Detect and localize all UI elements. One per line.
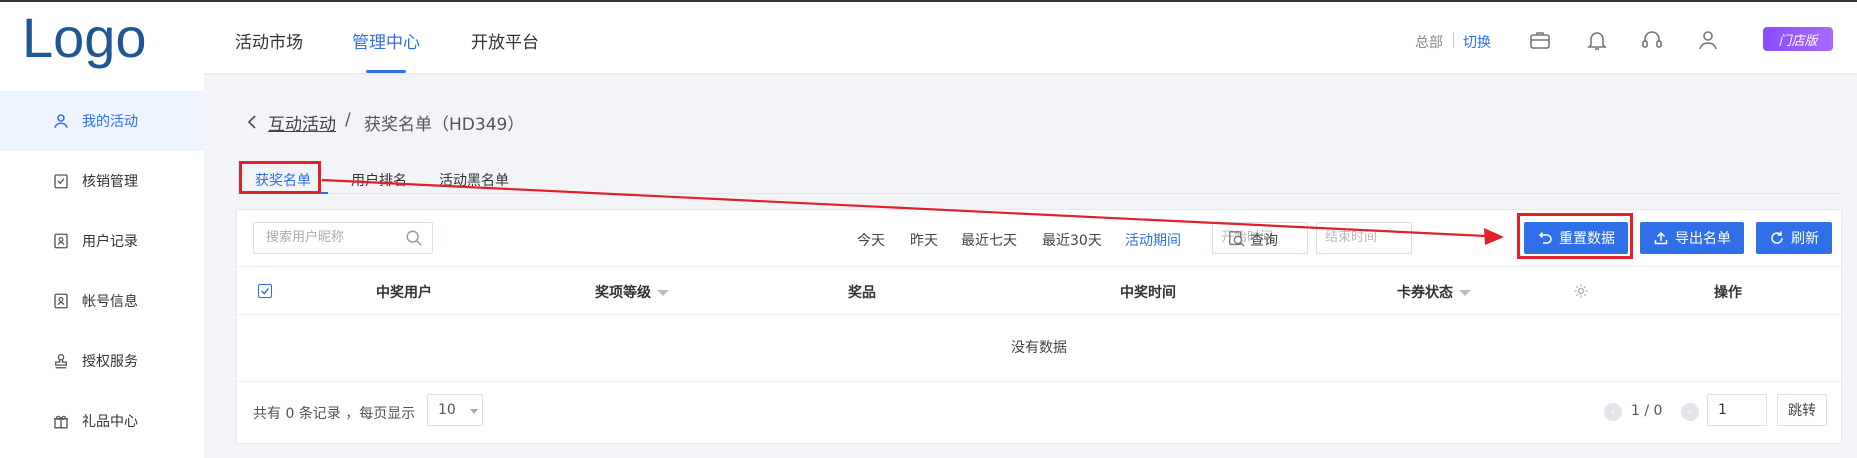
table-header: 中奖用户 奖项等级 奖品 中奖时间 卡券状态 操作 [237, 266, 1841, 315]
bell-icon[interactable] [1585, 28, 1609, 52]
search-icon[interactable] [405, 229, 423, 247]
sidebar-item-account-info[interactable]: 帐号信息 [0, 271, 204, 331]
headset-icon[interactable] [1640, 28, 1664, 52]
page-number-input[interactable]: 1 [1707, 394, 1767, 426]
nav-open-platform[interactable]: 开放平台 [471, 28, 539, 53]
filter-activity-period[interactable]: 活动期间 [1125, 230, 1181, 250]
sidebar-item-gift-center[interactable]: 礼品中心 [0, 391, 204, 451]
nav-management-center[interactable]: 管理中心 [352, 28, 420, 53]
store-edition-badge[interactable]: 门店版 [1763, 27, 1833, 51]
sidebar-item-label: 授权服务 [82, 354, 138, 370]
export-list-label: 导出名单 [1675, 231, 1731, 247]
next-page-button[interactable]: › [1681, 403, 1699, 421]
sidebar-item-label: 帐号信息 [82, 294, 138, 310]
column-prize: 奖品 [848, 285, 876, 301]
filter-yesterday[interactable]: 昨天 [910, 230, 938, 250]
query-search-icon[interactable] [1228, 230, 1246, 248]
switch-link[interactable]: 切换 [1463, 32, 1491, 52]
top-header: Logo 活动市场 管理中心 开放平台 总部 切换 门店版 [0, 0, 1857, 73]
sidebar: 我的活动 核销管理 用户记录 帐号信息 授权服务 礼品中心 [0, 73, 204, 458]
nav-active-indicator [366, 70, 406, 73]
stamp-icon [55, 353, 67, 369]
breadcrumb-current: 获奖名单（HD349） [364, 115, 525, 135]
sort-caret-icon [657, 290, 669, 296]
tab-user-ranking[interactable]: 用户排名 [351, 170, 407, 190]
sidebar-item-label: 我的活动 [82, 114, 138, 130]
select-all-checkbox[interactable] [258, 284, 272, 298]
check-clipboard-icon [54, 174, 68, 189]
gift-icon [54, 415, 68, 429]
sidebar-item-label: 礼品中心 [82, 414, 138, 430]
refresh-label: 刷新 [1791, 231, 1819, 247]
filter-last-30-days[interactable]: 最近30天 [1042, 230, 1102, 250]
tab-blacklist[interactable]: 活动黑名单 [439, 170, 509, 190]
user-icon [54, 114, 68, 128]
refresh-icon [1771, 231, 1783, 244]
column-coupon-status[interactable]: 卡券状态 [1397, 282, 1471, 302]
sidebar-item-label: 核销管理 [82, 174, 138, 190]
filter-today[interactable]: 今天 [857, 230, 885, 250]
divider [1453, 32, 1454, 48]
breadcrumb-separator: / [345, 110, 351, 130]
user-icon[interactable] [1696, 28, 1720, 52]
upload-icon [1654, 231, 1668, 245]
page-indicator: 1 / 0 [1631, 403, 1663, 419]
logo[interactable]: Logo [22, 6, 147, 70]
id-card-icon [54, 233, 68, 249]
total-records: 共有 0 条记录 ，每页显示 [253, 406, 416, 422]
annotation-box-tab [239, 161, 321, 194]
empty-state: 没有数据 [237, 315, 1841, 382]
chevron-left-icon[interactable] [245, 114, 259, 130]
column-actions: 操作 [1714, 285, 1742, 301]
breadcrumb-parent[interactable]: 互动活动 [268, 110, 336, 135]
gear-icon[interactable] [1573, 283, 1589, 299]
check-icon [261, 287, 269, 295]
sidebar-item-verification[interactable]: 核销管理 [0, 151, 204, 211]
column-win-time: 中奖时间 [1120, 285, 1176, 301]
jump-button[interactable]: 跳转 [1777, 394, 1827, 426]
query-button[interactable]: 查询 [1250, 230, 1278, 250]
filter-last-7-days[interactable]: 最近七天 [961, 230, 1017, 250]
id-card-icon [54, 293, 68, 309]
sidebar-item-user-records[interactable]: 用户记录 [0, 211, 204, 271]
column-prize-level[interactable]: 奖项等级 [595, 282, 669, 302]
sidebar-item-authorization[interactable]: 授权服务 [0, 331, 204, 391]
chevron-down-icon [470, 409, 478, 414]
sidebar-item-label: 用户记录 [82, 234, 138, 250]
briefcase-icon[interactable] [1528, 28, 1552, 52]
end-date-input[interactable]: 结束时间 [1316, 222, 1412, 254]
tabs-divider [236, 193, 1842, 194]
nav-activity-market[interactable]: 活动市场 [235, 28, 303, 53]
export-list-button[interactable]: 导出名单 [1640, 222, 1744, 254]
refresh-button[interactable]: 刷新 [1756, 222, 1832, 254]
filter-caret-icon [1459, 290, 1471, 296]
annotation-box-reset [1517, 213, 1633, 259]
hq-label: 总部 [1415, 35, 1443, 51]
column-winner: 中奖用户 [376, 285, 432, 301]
prev-page-button[interactable]: ‹ [1604, 403, 1622, 421]
sidebar-item-my-activity[interactable]: 我的活动 [0, 91, 204, 151]
